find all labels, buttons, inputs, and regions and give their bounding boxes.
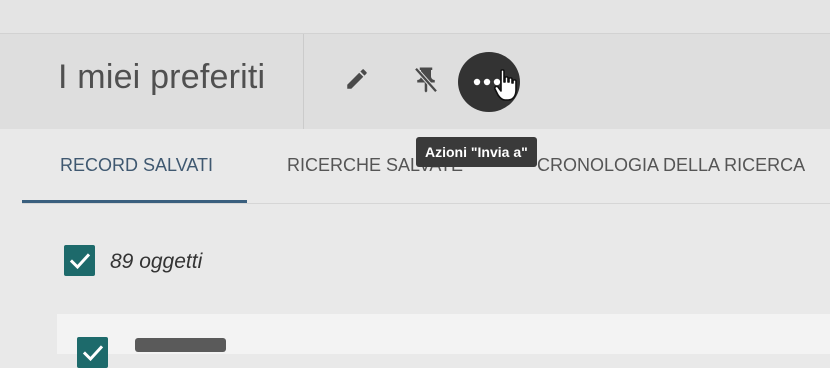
record-checkbox[interactable] <box>77 337 108 368</box>
tab-saved-records[interactable]: RECORD SALVATI <box>60 155 213 176</box>
more-actions-button[interactable] <box>458 52 520 112</box>
selected-count-label: 89 oggetti <box>110 250 203 273</box>
ellipsis-icon <box>473 78 501 86</box>
tab-search-history[interactable]: CRONOLOGIA DELLA RICERCA <box>537 155 805 176</box>
tab-divider <box>22 203 830 204</box>
more-actions-tooltip: Azioni "Invia a" <box>416 137 537 167</box>
check-icon <box>82 344 103 361</box>
select-all-checkbox[interactable] <box>64 245 95 276</box>
unpin-icon <box>414 67 438 93</box>
edit-button[interactable] <box>340 62 374 96</box>
check-icon <box>69 252 90 269</box>
unpin-button[interactable] <box>408 62 444 98</box>
browser-top-band <box>0 0 830 34</box>
pencil-icon <box>347 69 367 89</box>
header-divider <box>303 34 304 129</box>
record-type-badge <box>135 338 226 352</box>
active-tab-indicator <box>22 200 247 203</box>
page-title: I miei preferiti <box>58 58 266 96</box>
